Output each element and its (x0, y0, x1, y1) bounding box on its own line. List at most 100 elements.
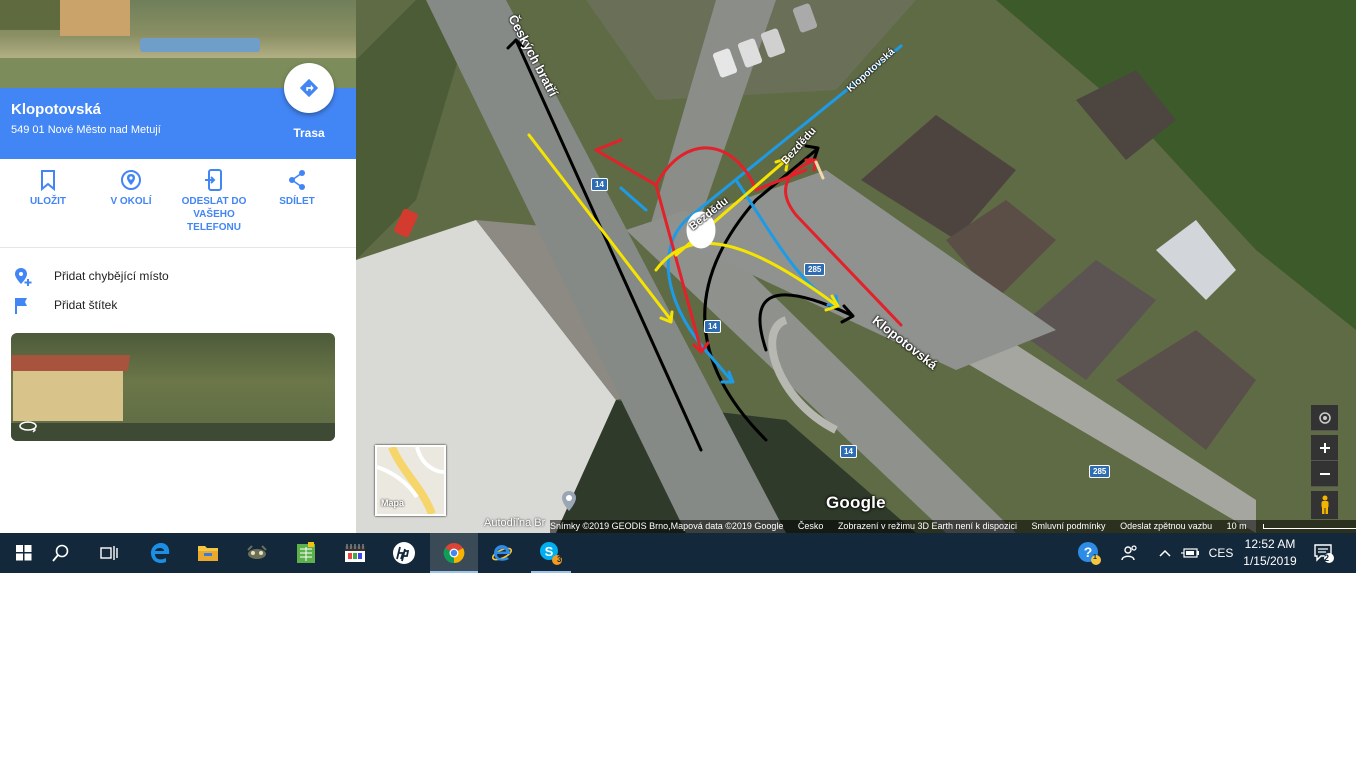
my-location-button[interactable] (1311, 405, 1338, 431)
help-icon: ? (1078, 542, 1101, 565)
search-icon (52, 544, 69, 562)
place-title: Klopotovská (11, 101, 102, 118)
language-indicator[interactable]: CES (1206, 533, 1236, 573)
directions-icon (299, 78, 319, 98)
clock-time: 12:52 AM (1244, 537, 1296, 551)
send-to-phone-icon (205, 169, 222, 191)
share-icon (289, 170, 305, 190)
chrome-button[interactable] (430, 533, 478, 573)
nearby-label: V OKOLÍ (110, 196, 152, 207)
route-label: Trasa (293, 126, 325, 140)
share-button[interactable]: SDÍLET (259, 169, 335, 208)
nearby-button[interactable]: V OKOLÍ (93, 169, 169, 208)
map-controls (1311, 405, 1338, 519)
place-panel: Klopotovská 549 01 Nové Město nad Metují… (0, 0, 356, 533)
battery-button[interactable] (1177, 533, 1203, 573)
photo-fence (11, 423, 335, 441)
photo-house (60, 0, 130, 36)
app-icon (247, 545, 267, 559)
plus-icon (1319, 442, 1330, 453)
photo-pool (140, 38, 260, 52)
terms-link[interactable]: Smluvní podmínky (1032, 521, 1106, 531)
route-shield-14: 14 (840, 445, 857, 458)
file-explorer-icon (198, 546, 218, 561)
poi-pin-icon[interactable] (561, 490, 577, 512)
clock-date: 1/15/2019 (1243, 554, 1297, 568)
save-label: ULOŽIT (29, 196, 67, 207)
windows-taskbar: S 3 ? 1 CES 12:52 AM 1/15/2019 2 (0, 533, 1356, 573)
scale-indicator[interactable]: 10 m (1227, 521, 1356, 531)
add-missing-place-label: Přidat chybějící místo (54, 269, 169, 283)
action-bar: ULOŽIT V OKOLÍ ODESLAT DO VAŠEHO TELEFON… (0, 159, 356, 248)
clock[interactable]: 12:52 AM 1/15/2019 (1238, 536, 1302, 570)
internet-explorer-button[interactable] (478, 533, 526, 573)
svg-text:?: ? (1084, 544, 1093, 560)
internet-explorer-icon (491, 545, 513, 561)
route-button[interactable] (284, 63, 334, 113)
task-view-button[interactable] (85, 533, 133, 573)
skype-button[interactable]: S 3 (527, 533, 575, 573)
nearby-icon (121, 170, 141, 190)
show-hidden-icons-button[interactable] (1155, 533, 1175, 573)
feedback-link[interactable]: Odeslat zpětnou vazbu (1120, 521, 1212, 531)
edge-icon (151, 543, 170, 563)
start-icon (16, 545, 32, 561)
bookmark-icon (41, 170, 55, 191)
chrome-icon (443, 543, 465, 564)
country-link[interactable]: Česko (798, 521, 824, 531)
help-tray-button[interactable]: ? 1 (1073, 533, 1105, 573)
zoom-in-button[interactable] (1311, 435, 1338, 461)
svg-text:S: S (545, 544, 554, 559)
poi-label[interactable]: Autodíľna Br (484, 517, 545, 529)
place-header: Klopotovská 549 01 Nové Město nad Metují… (0, 63, 356, 159)
action-center-button[interactable]: 2 (1306, 533, 1342, 573)
minus-icon (1319, 472, 1330, 475)
pegman-icon (1321, 495, 1328, 514)
calendar-app-icon (345, 544, 365, 562)
file-explorer-button[interactable] (184, 533, 232, 573)
route-shield-14: 14 (704, 320, 721, 333)
calendar-app-button[interactable] (331, 533, 379, 573)
route-shield-14: 14 (591, 178, 608, 191)
add-label-label: Přidat štítek (54, 298, 118, 312)
people-button[interactable] (1117, 533, 1143, 573)
task-view-icon (100, 546, 118, 560)
send-to-phone-label: ODESLAT DO VAŠEHO TELEFONU (181, 196, 247, 233)
share-label: SDÍLET (279, 196, 315, 207)
search-button[interactable] (37, 533, 85, 573)
map-type-toggle[interactable]: Mapa (375, 445, 446, 516)
save-button[interactable]: ULOŽIT (10, 169, 86, 208)
scale-label: 10 m (1226, 521, 1247, 531)
map-attribution-bar: Snímky ©2019 GEODIS Brno,Mapová data ©20… (550, 520, 1356, 533)
route-shield-285: 285 (1089, 465, 1111, 478)
battery-plug-icon (1181, 548, 1199, 558)
map-toggle-label: Mapa (381, 498, 405, 508)
scale-bar (1262, 524, 1356, 530)
spreadsheet-button[interactable] (282, 533, 330, 573)
edge-button[interactable] (136, 533, 184, 573)
google-logo: Google (826, 493, 886, 512)
street-view-thumbnail[interactable] (11, 333, 335, 441)
notification-count: 2 (1324, 553, 1330, 563)
help-badge: 1 (1093, 554, 1097, 561)
place-address: 549 01 Nové Město nad Metují (11, 124, 161, 136)
imagery-credit: Snímky ©2019 GEODIS Brno,Mapová data ©20… (550, 521, 784, 531)
earth-notice-link[interactable]: Zobrazení v režimu 3D Earth není k dispo… (838, 521, 1017, 531)
photo-trees (0, 0, 60, 30)
hp-icon (393, 542, 415, 564)
add-place-icon (15, 268, 32, 286)
add-missing-place-row[interactable]: Přidat chybějící místo (0, 263, 356, 289)
flag-icon (15, 298, 27, 314)
satellite-map[interactable]: Českých bratří Klopotovská Bezdědu Klopo… (356, 0, 1356, 533)
chevron-up-icon (1159, 549, 1171, 557)
send-to-phone-button[interactable]: ODESLAT DO VAŠEHO TELEFONU (176, 169, 252, 234)
my-location-icon (1318, 411, 1331, 424)
skype-badge: 3 (557, 555, 562, 564)
zoom-out-button[interactable] (1311, 461, 1338, 487)
pegman-button[interactable] (1311, 491, 1338, 519)
hp-button[interactable] (380, 533, 428, 573)
add-label-row[interactable]: Přidat štítek (0, 292, 356, 318)
route-shield-285: 285 (804, 263, 826, 276)
app-button[interactable] (233, 533, 281, 573)
people-icon (1121, 545, 1137, 561)
